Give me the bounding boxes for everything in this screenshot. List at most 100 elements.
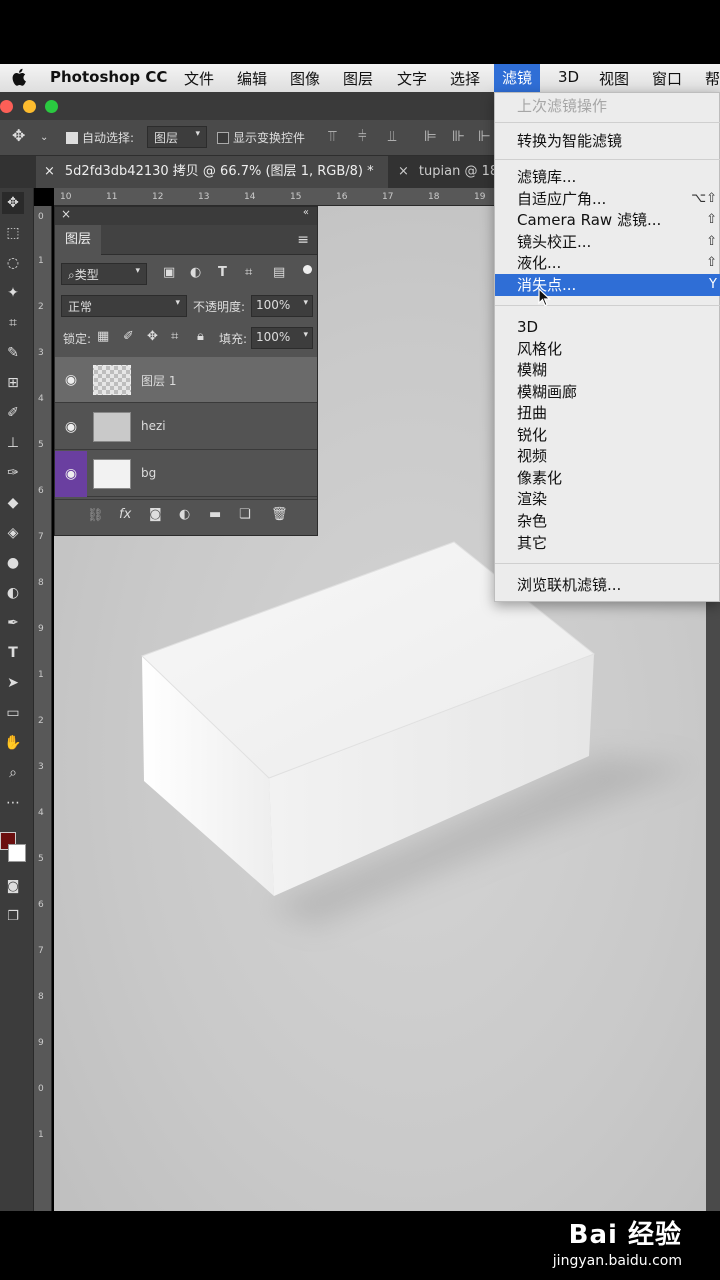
- fill-field[interactable]: 100% ▾: [251, 327, 313, 349]
- menu-item-filter-gallery[interactable]: 滤镜库...: [495, 166, 720, 188]
- history-brush-tool-icon[interactable]: ✑: [2, 462, 24, 484]
- lock-position-icon[interactable]: ✥: [147, 329, 158, 344]
- menu-item-distort[interactable]: 扭曲: [495, 402, 720, 424]
- tab-active-document[interactable]: × 5d2fd3db42130 拷贝 @ 66.7% (图层 1, RGB/8) …: [36, 156, 388, 188]
- filter-toggle-icon[interactable]: [303, 265, 312, 274]
- quick-mask-icon[interactable]: ◙: [2, 876, 24, 898]
- menu-edit[interactable]: 编辑: [237, 68, 267, 89]
- auto-select-target-dropdown[interactable]: 图层 ▾: [147, 126, 207, 148]
- layer-row[interactable]: ◉ hezi: [55, 404, 317, 450]
- visibility-eye-icon[interactable]: ◉: [55, 404, 87, 450]
- menu-image[interactable]: 图像: [290, 68, 320, 89]
- eyedropper-tool-icon[interactable]: ✎: [2, 342, 24, 364]
- apple-icon[interactable]: [12, 68, 26, 86]
- menu-app-name[interactable]: Photoshop CC: [50, 68, 167, 86]
- menu-item-other[interactable]: 其它: [495, 532, 720, 554]
- menu-3d[interactable]: 3D: [558, 68, 579, 86]
- minimize-window-button[interactable]: [23, 100, 36, 113]
- menu-item-liquify[interactable]: 液化... ⇧: [495, 252, 720, 274]
- menu-window[interactable]: 窗口: [652, 68, 682, 89]
- show-transform-checkbox[interactable]: 显示变换控件: [217, 129, 305, 146]
- align-bottom-icon[interactable]: ⫫: [388, 127, 396, 145]
- close-panel-icon[interactable]: ×: [61, 207, 71, 221]
- auto-select-checkbox[interactable]: 自动选择:: [66, 129, 134, 146]
- blend-mode-dropdown[interactable]: 正常 ▾: [61, 295, 187, 317]
- zoom-window-button[interactable]: [45, 100, 58, 113]
- visibility-eye-icon[interactable]: ◉: [55, 357, 87, 403]
- eraser-tool-icon[interactable]: ◆: [2, 492, 24, 514]
- fx-icon[interactable]: fx: [119, 507, 131, 522]
- align-top-icon[interactable]: ⫪: [328, 127, 336, 145]
- lock-all-icon[interactable]: 🔒︎: [197, 329, 204, 344]
- layer-row[interactable]: ◉ bg: [55, 451, 317, 497]
- zoom-tool-icon[interactable]: ⌕: [2, 762, 24, 784]
- layer-filter-dropdown[interactable]: ⌕类型 ▾: [61, 263, 147, 285]
- menu-type[interactable]: 文字: [397, 68, 427, 89]
- menu-item-render[interactable]: 渲染: [495, 488, 720, 510]
- close-tab-icon[interactable]: ×: [44, 164, 55, 179]
- move-tool-icon[interactable]: ✥: [12, 126, 25, 145]
- menu-item-noise[interactable]: 杂色: [495, 510, 720, 532]
- brush-tool-icon[interactable]: ✐: [2, 402, 24, 424]
- panel-menu-icon[interactable]: ≡: [297, 232, 309, 248]
- tab-inactive-document[interactable]: × tupian @ 18: [392, 156, 502, 188]
- delete-layer-icon[interactable]: 🗑︎: [271, 507, 288, 522]
- menu-item-sharpen[interactable]: 锐化: [495, 424, 720, 446]
- background-color-swatch[interactable]: [8, 844, 26, 862]
- blur-tool-icon[interactable]: ●: [2, 552, 24, 574]
- close-tab-icon[interactable]: ×: [398, 164, 409, 179]
- menu-item-vanishing-point[interactable]: 消失点... Y: [495, 274, 720, 296]
- rectangle-tool-icon[interactable]: ▭: [2, 702, 24, 724]
- crop-tool-icon[interactable]: ⌗: [2, 312, 24, 334]
- tab-layers[interactable]: 图层: [55, 225, 102, 255]
- filter-smart-object-icon[interactable]: ▤: [273, 265, 285, 280]
- layers-panel-header[interactable]: × «: [55, 207, 317, 225]
- lock-transparency-icon[interactable]: ▦: [97, 329, 109, 344]
- new-group-icon[interactable]: ▬: [209, 507, 221, 522]
- dodge-tool-icon[interactable]: ◐: [2, 582, 24, 604]
- new-layer-icon[interactable]: ❏: [239, 507, 251, 522]
- adjustment-layer-icon[interactable]: ◐: [179, 507, 190, 522]
- visibility-eye-icon[interactable]: ◉: [55, 451, 87, 497]
- align-vcenter-icon[interactable]: ⫩: [358, 127, 367, 145]
- screen-mode-icon[interactable]: ❐: [2, 906, 24, 928]
- menu-item-pixelate[interactable]: 像素化: [495, 467, 720, 489]
- menu-item-browse-online-filters[interactable]: 浏览联机滤镜...: [495, 574, 720, 596]
- filter-adjustment-icon[interactable]: ◐: [190, 265, 201, 280]
- collapse-panel-icon[interactable]: «: [303, 207, 309, 218]
- menu-item-stylize[interactable]: 风格化: [495, 338, 720, 360]
- path-selection-tool-icon[interactable]: ➤: [2, 672, 24, 694]
- filter-pixel-icon[interactable]: ▣: [163, 265, 175, 280]
- menu-item-convert-smart-filter[interactable]: 转换为智能滤镜: [495, 130, 720, 152]
- healing-brush-tool-icon[interactable]: ⊞: [2, 372, 24, 394]
- align-right-icon[interactable]: ⊩: [478, 127, 491, 145]
- lock-artboard-icon[interactable]: ⌗: [171, 329, 178, 344]
- tool-preset-chevron-icon[interactable]: ⌄: [40, 132, 48, 143]
- menu-item-lens-correction[interactable]: 镜头校正... ⇧: [495, 231, 720, 253]
- lock-pixels-icon[interactable]: ✐: [123, 329, 134, 344]
- menu-layer[interactable]: 图层: [343, 68, 373, 89]
- filter-type-icon[interactable]: T: [218, 265, 227, 280]
- more-tools-icon[interactable]: ⋯: [2, 792, 24, 814]
- align-hcenter-icon[interactable]: ⊪: [452, 127, 465, 145]
- menu-file[interactable]: 文件: [184, 68, 214, 89]
- type-tool-icon[interactable]: T: [2, 642, 24, 664]
- close-window-button[interactable]: [0, 100, 13, 113]
- clone-stamp-tool-icon[interactable]: ⊥: [2, 432, 24, 454]
- pen-tool-icon[interactable]: ✒: [2, 612, 24, 634]
- menu-select[interactable]: 选择: [450, 68, 480, 89]
- filter-shape-icon[interactable]: ⌗: [245, 265, 252, 280]
- add-mask-icon[interactable]: ◙: [149, 507, 162, 522]
- magic-wand-tool-icon[interactable]: ✦: [2, 282, 24, 304]
- menu-item-blur[interactable]: 模糊: [495, 359, 720, 381]
- menu-item-3d[interactable]: 3D: [495, 316, 720, 338]
- move-tool-icon[interactable]: ✥: [2, 192, 24, 214]
- marquee-tool-icon[interactable]: ⬚: [2, 222, 24, 244]
- hand-tool-icon[interactable]: ✋: [2, 732, 24, 754]
- menu-help[interactable]: 帮: [705, 68, 720, 89]
- align-left-icon[interactable]: ⊫: [424, 127, 437, 145]
- menu-view[interactable]: 视图: [599, 68, 629, 89]
- lasso-tool-icon[interactable]: ◌: [2, 252, 24, 274]
- menu-item-blur-gallery[interactable]: 模糊画廊: [495, 381, 720, 403]
- menu-filter[interactable]: 滤镜: [494, 64, 541, 92]
